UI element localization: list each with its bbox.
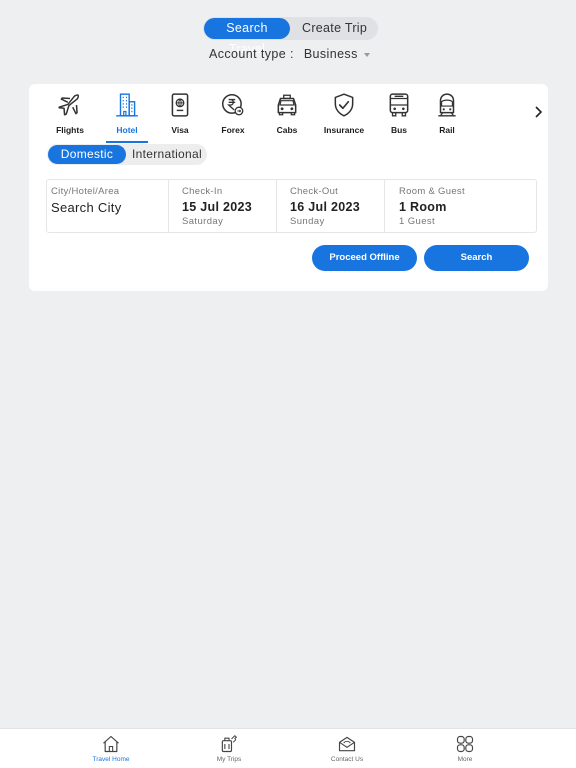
chevron-right-icon[interactable] — [534, 106, 542, 118]
home-icon — [103, 735, 119, 753]
account-type-label: Account type : — [209, 47, 294, 61]
nav-travel-home[interactable]: Travel Home — [81, 734, 141, 763]
category-label: Flights — [56, 125, 84, 135]
checkin-day: Saturday — [182, 216, 224, 227]
category-label: Bus — [390, 125, 408, 135]
create-trip-tab[interactable]: Create Trip — [296, 18, 373, 39]
category-visa[interactable]: Visa — [153, 92, 207, 144]
room-count: 1 Room — [399, 200, 447, 214]
category-label: Cabs — [276, 125, 298, 135]
passport-icon — [171, 93, 189, 117]
checkin-date: 15 Jul 2023 — [182, 200, 253, 214]
search-travel-tab[interactable]: Search Travel — [204, 18, 290, 56]
hotel-icon — [116, 93, 138, 117]
category-label: Hotel — [116, 125, 138, 135]
account-type-value[interactable]: Business — [304, 47, 358, 61]
checkout-day: Sunday — [290, 216, 325, 227]
category-rail[interactable]: Rail — [420, 92, 474, 144]
category-label: Forex — [221, 125, 245, 135]
city-field[interactable]: City/Hotel/Area Search City — [47, 180, 169, 232]
category-cabs[interactable]: Cabs — [260, 92, 314, 144]
category-bus[interactable]: Bus — [372, 92, 426, 144]
checkin-label: Check-In — [182, 186, 223, 197]
nav-label: Travel Home — [92, 756, 130, 763]
proceed-offline-button[interactable]: Proceed Offline — [312, 245, 417, 271]
search-button[interactable]: Search — [424, 245, 529, 271]
search-fields: City/Hotel/Area Search City Check-In 15 … — [46, 179, 537, 233]
city-field-value: Search City — [51, 200, 122, 215]
bottom-nav: Travel Home My Trips Contact Us More — [0, 728, 576, 768]
city-field-label: City/Hotel/Area — [51, 186, 120, 197]
train-icon — [438, 93, 456, 117]
category-label: Insurance — [323, 125, 365, 135]
nav-my-trips[interactable]: My Trips — [199, 734, 259, 763]
nav-more[interactable]: More — [435, 734, 495, 763]
region-toggle: Domestic International — [47, 144, 207, 165]
shield-check-icon — [334, 93, 354, 117]
nav-label: My Trips — [216, 756, 242, 763]
account-type: Account type : Business — [209, 47, 370, 61]
nav-contact-us[interactable]: Contact Us — [317, 734, 377, 763]
luggage-icon — [221, 735, 237, 753]
checkout-field[interactable]: Check-Out 16 Jul 2023 Sunday — [277, 180, 385, 232]
international-tab[interactable]: International — [132, 145, 202, 164]
checkout-date: 16 Jul 2023 — [290, 200, 361, 214]
plane-icon — [58, 94, 80, 116]
nav-label: Contact Us — [330, 756, 364, 763]
caret-down-icon[interactable] — [363, 52, 370, 57]
category-hotel[interactable]: Hotel — [100, 92, 154, 144]
guest-count: 1 Guest — [399, 216, 436, 227]
envelope-icon — [338, 736, 356, 752]
category-forex[interactable]: Forex — [206, 92, 260, 144]
category-bar: Flights Hotel Visa Forex Cabs Insurance … — [29, 84, 548, 144]
forex-icon — [221, 93, 244, 116]
category-insurance[interactable]: Insurance — [317, 92, 371, 144]
domestic-tab[interactable]: Domestic — [48, 145, 126, 164]
room-guest-field[interactable]: Room & Guest 1 Room 1 Guest — [385, 180, 536, 232]
grid-icon — [456, 735, 474, 753]
checkin-field[interactable]: Check-In 15 Jul 2023 Saturday — [169, 180, 277, 232]
mode-toggle: Search Travel Create Trip — [203, 17, 378, 56]
category-flights[interactable]: Flights — [43, 92, 97, 144]
bus-icon — [389, 93, 409, 117]
nav-label: More — [457, 756, 473, 763]
checkout-label: Check-Out — [290, 186, 339, 197]
category-label: Visa — [171, 125, 189, 135]
room-guest-label: Room & Guest — [399, 186, 465, 197]
taxi-icon — [277, 94, 297, 116]
search-card: Flights Hotel Visa Forex Cabs Insurance … — [29, 84, 548, 291]
category-label: Rail — [439, 125, 455, 135]
